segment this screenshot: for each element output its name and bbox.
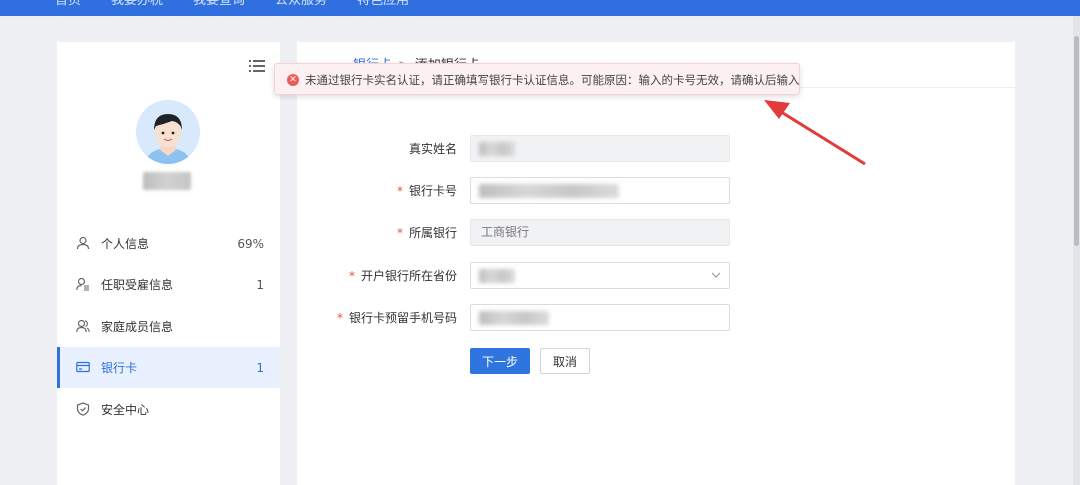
sidebar-item-count: 1 bbox=[256, 360, 264, 375]
real-name-field bbox=[470, 135, 730, 162]
error-toast: ✕ 未通过银行卡实名认证，请正确填写银行卡认证信息。可能原因：输入的卡号无效，请… bbox=[274, 63, 800, 95]
sidebar-item-employment-info[interactable]: 任职受雇信息 1 bbox=[57, 264, 280, 305]
form-row-bank: * 所属银行 工商银行 bbox=[297, 219, 1015, 247]
card-number-input[interactable] bbox=[470, 177, 730, 204]
form-row-phone: * 银行卡预留手机号码 bbox=[297, 304, 1015, 332]
field-label: * 银行卡预留手机号码 bbox=[336, 311, 457, 325]
field-label: * 开户银行所在省份 bbox=[348, 269, 457, 283]
chevron-down-icon bbox=[711, 272, 721, 278]
menu-list-icon[interactable] bbox=[249, 59, 265, 73]
required-mark: * bbox=[396, 184, 403, 198]
sidebar-item-personal-info[interactable]: 个人信息 69% bbox=[57, 223, 280, 264]
form-row-province: * 开户银行所在省份 bbox=[297, 262, 1015, 290]
required-mark: * bbox=[336, 311, 343, 325]
top-nav-item[interactable]: 特色应用 bbox=[357, 0, 409, 9]
required-mark: * bbox=[348, 269, 355, 283]
username-redacted bbox=[143, 172, 191, 190]
phone-input[interactable] bbox=[470, 304, 730, 331]
sidebar: 个人信息 69% 任职受雇信息 1 家庭成员信息 银行卡 1 安全中心 bbox=[57, 42, 280, 485]
top-nav-item[interactable]: 我要查询 bbox=[193, 0, 245, 9]
top-nav-item[interactable]: 我要办税 bbox=[111, 0, 163, 9]
bank-card-icon bbox=[76, 361, 90, 373]
top-nav-item[interactable]: 首页 bbox=[55, 0, 81, 9]
person-list-icon bbox=[76, 277, 89, 291]
form-row-card-number: * 银行卡号 bbox=[297, 177, 1015, 205]
top-nav-bar: 首页 我要办税 我要查询 公众服务 特色应用 bbox=[0, 0, 1080, 16]
form-row-real-name: 真实姓名 bbox=[297, 135, 1015, 163]
shield-icon bbox=[76, 402, 90, 416]
sidebar-item-bank-card[interactable]: 银行卡 1 bbox=[57, 347, 280, 388]
required-mark: * bbox=[396, 226, 403, 240]
avatar bbox=[136, 100, 200, 164]
sidebar-item-count: 69% bbox=[237, 236, 264, 251]
redacted-value bbox=[479, 142, 515, 156]
scrollbar-thumb[interactable] bbox=[1074, 36, 1079, 246]
sidebar-item-count: 1 bbox=[256, 277, 264, 292]
page-scrollbar[interactable] bbox=[1073, 16, 1080, 485]
field-label: * 所属银行 bbox=[396, 226, 457, 240]
person-icon bbox=[76, 236, 90, 250]
field-label: 真实姓名 bbox=[408, 142, 457, 156]
error-message: 未通过银行卡实名认证，请正确填写银行卡认证信息。可能原因：输入的卡号无效，请确认… bbox=[305, 73, 800, 87]
sidebar-item-security-center[interactable]: 安全中心 bbox=[57, 389, 280, 430]
field-label: * 银行卡号 bbox=[396, 184, 457, 198]
redacted-value bbox=[479, 311, 549, 325]
top-nav-item[interactable]: 公众服务 bbox=[275, 0, 327, 9]
main-panel: 银行卡>添加银行卡 真实姓名 *银行卡号 *所属银行 工商银行 *开户银行所在省… bbox=[297, 42, 1015, 485]
redacted-value bbox=[479, 269, 515, 283]
next-step-button[interactable]: 下一步 bbox=[470, 348, 530, 374]
sidebar-item-label: 任职受雇信息 bbox=[101, 278, 174, 292]
top-nav: 首页 我要办税 我要查询 公众服务 特色应用 bbox=[0, 0, 409, 9]
family-icon bbox=[76, 319, 90, 333]
sidebar-item-label: 安全中心 bbox=[101, 403, 150, 417]
sidebar-item-label: 银行卡 bbox=[101, 361, 138, 375]
error-icon: ✕ bbox=[287, 74, 299, 86]
cancel-button[interactable]: 取消 bbox=[540, 348, 590, 374]
bank-name-field: 工商银行 bbox=[470, 219, 730, 246]
province-select[interactable] bbox=[470, 262, 730, 289]
sidebar-item-family-info[interactable]: 家庭成员信息 bbox=[57, 306, 280, 347]
redacted-value bbox=[479, 184, 619, 198]
sidebar-item-label: 家庭成员信息 bbox=[101, 320, 174, 334]
sidebar-item-label: 个人信息 bbox=[101, 237, 150, 251]
